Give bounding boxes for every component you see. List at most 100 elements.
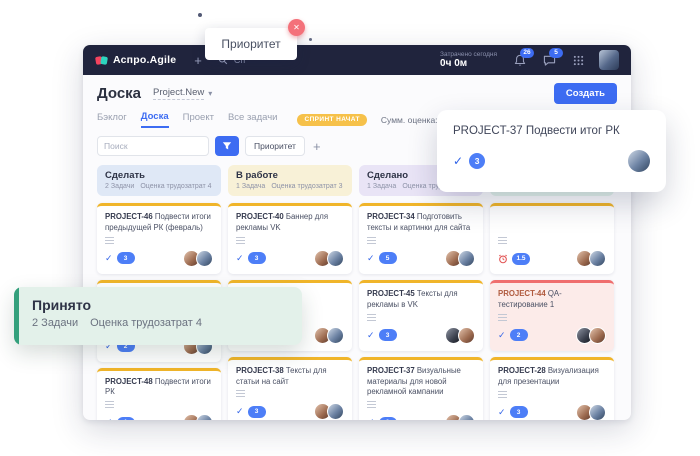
task-card-title: PROJECT-44 QA-тестирование 1 xyxy=(498,289,606,311)
accepted-title: Принято xyxy=(32,297,302,313)
check-icon: ✓ xyxy=(367,417,375,420)
apps-grid-icon[interactable] xyxy=(570,52,586,68)
task-card[interactable]: PROJECT-48 Подвести итоги РК✓1 xyxy=(97,368,221,420)
column-task-count: 1 Задача xyxy=(367,183,396,190)
estimate-badge: 3 xyxy=(248,252,266,264)
task-card-footer: ✓3 xyxy=(105,250,213,267)
avatar[interactable] xyxy=(196,414,213,420)
task-card-title: PROJECT-28 Визуализация для презентации xyxy=(498,366,606,388)
chevron-down-icon: ▾ xyxy=(208,89,212,98)
task-id: PROJECT-34 xyxy=(367,212,415,221)
avatar[interactable] xyxy=(327,327,344,344)
column-title: Сделать xyxy=(105,170,213,181)
task-card-title: PROJECT-40 Баннер для рекламы VK xyxy=(236,212,344,234)
column-header[interactable]: В работе 1 Задача Оценка трудозатрат 3 xyxy=(228,165,352,196)
estimate-badge: 1 xyxy=(117,417,135,420)
filter-chip-priority[interactable]: Приоритет xyxy=(245,136,305,156)
task-id: PROJECT-48 xyxy=(105,377,153,386)
task-card-footer: ✓1 xyxy=(105,414,213,420)
card-list: PROJECT-34 Подготовить тексты и картинки… xyxy=(359,203,483,420)
assignee-avatars xyxy=(580,404,606,420)
description-icon xyxy=(498,237,507,244)
column-estimate: Оценка трудозатрат 3 xyxy=(271,183,342,190)
task-card[interactable]: PROJECT-28 Визуализация для презентации ✓… xyxy=(490,357,614,420)
assignee-avatars xyxy=(580,327,606,344)
task-id: PROJECT-44 xyxy=(498,289,546,298)
estimate-badge: 1.5 xyxy=(512,253,530,265)
description-icon xyxy=(498,391,507,398)
task-card[interactable]: PROJECT-46 Подвести итоги предыдущей РК … xyxy=(97,203,221,274)
task-card[interactable]: PROJECT-45 Тексты для рекламы в VK✓3 xyxy=(359,280,483,351)
time-tracker-label: Затрачено сегодня xyxy=(440,51,497,58)
avatar[interactable] xyxy=(458,327,475,344)
messages-badge: 5 xyxy=(549,48,563,58)
app-logo[interactable]: Аспро.Agile xyxy=(95,54,176,67)
popup-avatar xyxy=(628,150,650,172)
tab-all-tasks[interactable]: Все задачи xyxy=(228,112,278,127)
task-card-footer: ✓3 xyxy=(367,414,475,420)
task-card-footer: ✓5 xyxy=(367,250,475,267)
description-icon xyxy=(236,390,245,397)
task-card[interactable]: PROJECT-40 Баннер для рекламы VK✓3 xyxy=(228,203,352,274)
column-subtitle: 2 ЗадачиОценка трудозатрат 4 xyxy=(105,183,213,190)
notifications-button[interactable]: 26 xyxy=(512,52,528,68)
estimate-badge: 3 xyxy=(379,329,397,341)
user-avatar[interactable] xyxy=(599,50,619,70)
check-icon: ✓ xyxy=(367,253,375,264)
task-card-title: PROJECT-37 Визуальные материалы для ново… xyxy=(367,366,475,399)
task-card[interactable]: PROJECT-38 Тексты для статьи на сайт✓3 xyxy=(228,357,352,420)
create-button[interactable]: Создать xyxy=(554,83,617,104)
avatar[interactable] xyxy=(327,403,344,420)
task-card[interactable]: 1.5 xyxy=(490,203,614,274)
column-title: В работе xyxy=(236,170,344,181)
column-header[interactable]: Сделать 2 ЗадачиОценка трудозатрат 4 xyxy=(97,165,221,196)
task-card[interactable]: PROJECT-34 Подготовить тексты и картинки… xyxy=(359,203,483,274)
app-window: Аспро.Agile + Сп Затрачено сегодня 0ч 0м… xyxy=(83,45,631,420)
avatar[interactable] xyxy=(327,250,344,267)
avatar[interactable] xyxy=(458,414,475,420)
tab-backlog[interactable]: Бэклог xyxy=(97,112,127,127)
search-input[interactable] xyxy=(97,136,209,156)
task-card-title: PROJECT-46 Подвести итоги предыдущей РК … xyxy=(105,212,213,234)
filter-button[interactable] xyxy=(215,136,239,156)
tab-project[interactable]: Проект xyxy=(183,112,214,127)
assignee-avatars xyxy=(318,327,344,344)
task-card-title: PROJECT-34 Подготовить тексты и картинки… xyxy=(367,212,475,234)
task-id: PROJECT-40 xyxy=(236,212,284,221)
description-icon xyxy=(367,401,376,408)
estimate-badge: 3 xyxy=(117,252,135,264)
column-task-count: 1 Задача xyxy=(236,183,265,190)
task-card[interactable]: PROJECT-37 Визуальные материалы для ново… xyxy=(359,357,483,420)
check-icon: ✓ xyxy=(498,407,506,418)
description-icon xyxy=(105,237,114,244)
estimate-badge: 3 xyxy=(379,417,397,420)
time-tracker[interactable]: Затрачено сегодня 0ч 0м xyxy=(440,51,497,69)
check-icon: ✓ xyxy=(105,417,113,420)
estimate-badge: 3 xyxy=(510,406,528,418)
column-estimate: Оценка трудозатрат 4 xyxy=(140,183,211,190)
task-card[interactable]: PROJECT-44 QA-тестирование 1✓2 xyxy=(490,280,614,351)
page-title: Доска xyxy=(97,85,141,102)
avatar[interactable] xyxy=(458,250,475,267)
popup-estimate-badge: 3 xyxy=(469,153,485,169)
check-icon: ✓ xyxy=(236,406,244,417)
board-header: Доска Project.New ▾ Создать xyxy=(97,83,617,104)
messages-button[interactable]: 5 xyxy=(541,52,557,68)
task-card-footer: ✓3 xyxy=(367,327,475,344)
avatar[interactable] xyxy=(589,327,606,344)
avatar[interactable] xyxy=(589,250,606,267)
popup-task-title: PROJECT-37 Подвести итог РК xyxy=(453,125,650,137)
avatar[interactable] xyxy=(196,250,213,267)
add-filter-icon[interactable]: + xyxy=(313,139,321,154)
description-icon xyxy=(236,237,245,244)
close-icon[interactable]: ✕ xyxy=(288,19,305,36)
tab-board[interactable]: Доска xyxy=(141,111,169,128)
task-preview-popup[interactable]: PROJECT-37 Подвести итог РК ✓ 3 xyxy=(437,110,666,192)
accepted-column-card: Принято 2 Задачи Оценка трудозатрат 4 xyxy=(14,287,302,345)
estimate-badge: 5 xyxy=(379,252,397,264)
estimate-badge: 3 xyxy=(248,406,266,418)
estimate-badge: 2 xyxy=(510,329,528,341)
add-icon[interactable]: + xyxy=(194,53,202,68)
project-selector[interactable]: Project.New ▾ xyxy=(153,87,212,100)
avatar[interactable] xyxy=(589,404,606,420)
